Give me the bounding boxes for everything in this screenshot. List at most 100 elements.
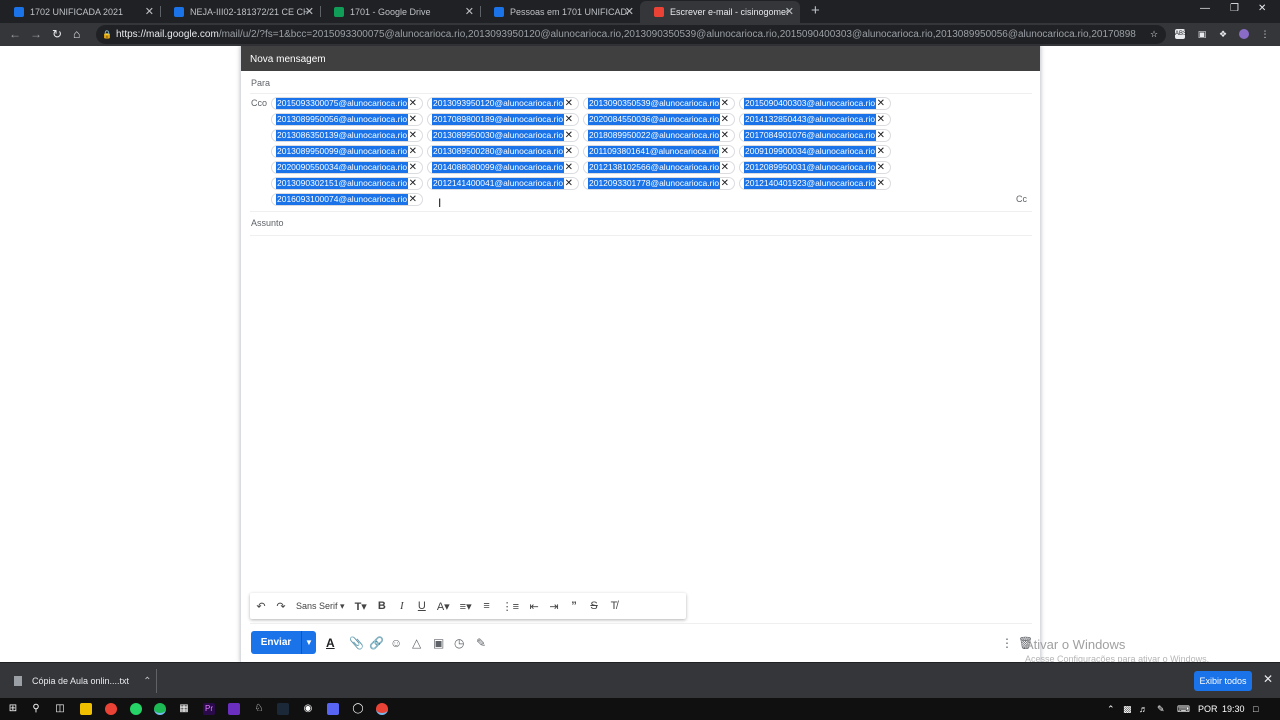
- drive-insert-icon[interactable]: △: [412, 636, 421, 650]
- clock[interactable]: 19:30: [1222, 704, 1245, 714]
- recipient-chip[interactable]: 2013090302151@alunocarioca.rio ✕: [271, 177, 423, 190]
- volume-icon[interactable]: ♬: [1139, 704, 1148, 714]
- discord-icon[interactable]: [327, 703, 339, 715]
- notifications-icon[interactable]: □: [1253, 704, 1258, 714]
- indent-less-icon[interactable]: ⇤: [529, 600, 539, 613]
- chevron-up-icon[interactable]: ⌃: [1107, 704, 1115, 715]
- calculator-icon[interactable]: ▦: [178, 703, 190, 715]
- remove-recipient-icon[interactable]: ✕: [877, 162, 885, 174]
- recipient-chip[interactable]: 2015090400303@alunocarioca.rio ✕: [739, 97, 891, 110]
- reload-icon[interactable]: ↻: [52, 27, 62, 41]
- remove-recipient-icon[interactable]: ✕: [877, 114, 885, 126]
- close-tab-icon[interactable]: ✕: [145, 5, 154, 18]
- recipient-chip[interactable]: 2016093100074@alunocarioca.rio ✕: [271, 193, 423, 206]
- remove-recipient-icon[interactable]: ✕: [565, 162, 573, 174]
- remove-recipient-icon[interactable]: ✕: [409, 194, 417, 206]
- recipient-chip[interactable]: 2018089950022@alunocarioca.rio ✕: [583, 129, 735, 142]
- remove-recipient-icon[interactable]: ✕: [565, 146, 573, 158]
- remove-recipient-icon[interactable]: ✕: [877, 98, 885, 110]
- search-icon[interactable]: ⚲: [30, 703, 42, 715]
- remove-recipient-icon[interactable]: ✕: [721, 98, 729, 110]
- attach-icon[interactable]: 📎: [349, 636, 364, 650]
- recipient-chip[interactable]: 2017084901076@alunocarioca.rio ✕: [739, 129, 891, 142]
- remove-recipient-icon[interactable]: ✕: [721, 114, 729, 126]
- subject-input[interactable]: Assunto: [251, 218, 284, 228]
- close-tab-icon[interactable]: ✕: [625, 5, 634, 18]
- show-all-downloads-button[interactable]: Exibir todos: [1194, 671, 1252, 691]
- close-tab-icon[interactable]: ✕: [785, 5, 794, 18]
- chrome-icon[interactable]: [105, 703, 117, 715]
- confidential-mode-icon[interactable]: ◷: [454, 636, 464, 650]
- recipient-chip[interactable]: 2012141400041@alunocarioca.rio ✕: [427, 177, 579, 190]
- whatsapp-icon[interactable]: [130, 703, 142, 715]
- browser-menu-icon[interactable]: ⋮: [1260, 29, 1270, 39]
- extension-abs-icon[interactable]: ABS: [1175, 29, 1187, 39]
- language-indicator[interactable]: POR: [1198, 704, 1218, 714]
- indent-more-icon[interactable]: ⇥: [549, 600, 559, 613]
- underline-icon[interactable]: U: [417, 600, 427, 612]
- emoji-icon[interactable]: ☺: [390, 636, 402, 650]
- home-icon[interactable]: ⌂: [73, 27, 80, 41]
- browser-tab[interactable]: NEJA-III02-181372/21 CE CHARLES✕: [160, 1, 320, 23]
- app-icon[interactable]: ◉: [302, 703, 314, 715]
- numbered-list-icon[interactable]: ≡: [482, 600, 492, 612]
- bulleted-list-icon[interactable]: ⋮≡: [502, 600, 519, 613]
- remove-recipient-icon[interactable]: ✕: [565, 130, 573, 142]
- undo-icon[interactable]: ↶: [256, 600, 266, 613]
- to-field-label[interactable]: Para: [251, 78, 270, 88]
- remove-recipient-icon[interactable]: ✕: [409, 130, 417, 142]
- recipient-chip[interactable]: 2013089950030@alunocarioca.rio ✕: [427, 129, 579, 142]
- photo-icon[interactable]: ▣: [433, 636, 444, 650]
- close-window-icon[interactable]: ✕: [1258, 3, 1266, 14]
- remove-recipient-icon[interactable]: ✕: [565, 178, 573, 190]
- network-icon[interactable]: ▩: [1123, 704, 1132, 715]
- recipient-chip[interactable]: 2013089950099@alunocarioca.rio ✕: [271, 145, 423, 158]
- steam-icon[interactable]: [277, 703, 289, 715]
- close-tab-icon[interactable]: ✕: [305, 5, 314, 18]
- chevron-up-icon[interactable]: ⌃: [143, 676, 151, 687]
- remove-recipient-icon[interactable]: ✕: [409, 146, 417, 158]
- new-tab-button[interactable]: +: [811, 2, 820, 19]
- recipient-chip[interactable]: 2014132850443@alunocarioca.rio ✕: [739, 113, 891, 126]
- windows-start-icon[interactable]: ⊞: [7, 703, 19, 715]
- pen-icon[interactable]: ✎: [1157, 704, 1165, 715]
- recipient-chip[interactable]: 2009109900034@alunocarioca.rio ✕: [739, 145, 891, 158]
- strikethrough-icon[interactable]: S: [589, 600, 599, 612]
- remove-recipient-icon[interactable]: ✕: [409, 178, 417, 190]
- task-view-icon[interactable]: ◫: [54, 703, 66, 715]
- app-icon[interactable]: ◯: [352, 703, 364, 715]
- minimize-icon[interactable]: —: [1200, 3, 1210, 14]
- forward-icon[interactable]: →: [30, 27, 42, 41]
- send-button[interactable]: Enviar: [251, 631, 301, 654]
- italic-icon[interactable]: I: [397, 600, 407, 612]
- app-icon[interactable]: ♘: [253, 703, 265, 715]
- recipient-chip[interactable]: 2017089800189@alunocarioca.rio ✕: [427, 113, 579, 126]
- remove-recipient-icon[interactable]: ✕: [877, 178, 885, 190]
- recipient-chip[interactable]: 2013086350139@alunocarioca.rio ✕: [271, 129, 423, 142]
- remove-formatting-icon[interactable]: T̸: [609, 600, 619, 612]
- remove-recipient-icon[interactable]: ✕: [721, 130, 729, 142]
- recipient-chip[interactable]: 2013089500280@alunocarioca.rio ✕: [427, 145, 579, 158]
- chrome-icon[interactable]: [376, 703, 388, 715]
- remove-recipient-icon[interactable]: ✕: [409, 114, 417, 126]
- remove-recipient-icon[interactable]: ✕: [409, 98, 417, 110]
- remove-recipient-icon[interactable]: ✕: [721, 178, 729, 190]
- cc-link[interactable]: Cc: [1016, 194, 1027, 204]
- close-download-bar-icon[interactable]: ✕: [1263, 672, 1273, 686]
- remove-recipient-icon[interactable]: ✕: [721, 146, 729, 158]
- recipient-chip[interactable]: 2013089950056@alunocarioca.rio ✕: [271, 113, 423, 126]
- bookmark-star-icon[interactable]: ☆: [1149, 29, 1159, 39]
- recipient-chip[interactable]: 2012140401923@alunocarioca.rio ✕: [739, 177, 891, 190]
- file-explorer-icon[interactable]: [80, 703, 92, 715]
- quote-icon[interactable]: ”: [569, 600, 579, 612]
- restore-icon[interactable]: ❐: [1230, 3, 1239, 14]
- recipient-chip[interactable]: 2012138102566@alunocarioca.rio ✕: [583, 161, 735, 174]
- redo-icon[interactable]: ↷: [276, 600, 286, 613]
- more-options-icon[interactable]: ⋮: [1001, 636, 1013, 650]
- remove-recipient-icon[interactable]: ✕: [565, 114, 573, 126]
- remove-recipient-icon[interactable]: ✕: [877, 146, 885, 158]
- text-color-icon[interactable]: A▾: [437, 600, 450, 613]
- browser-tab[interactable]: Pessoas em 1701 UNIFICADA 2021✕: [480, 1, 640, 23]
- download-item[interactable]: Cópia de Aula onlin....txt ⌃: [6, 671, 156, 691]
- remove-recipient-icon[interactable]: ✕: [877, 130, 885, 142]
